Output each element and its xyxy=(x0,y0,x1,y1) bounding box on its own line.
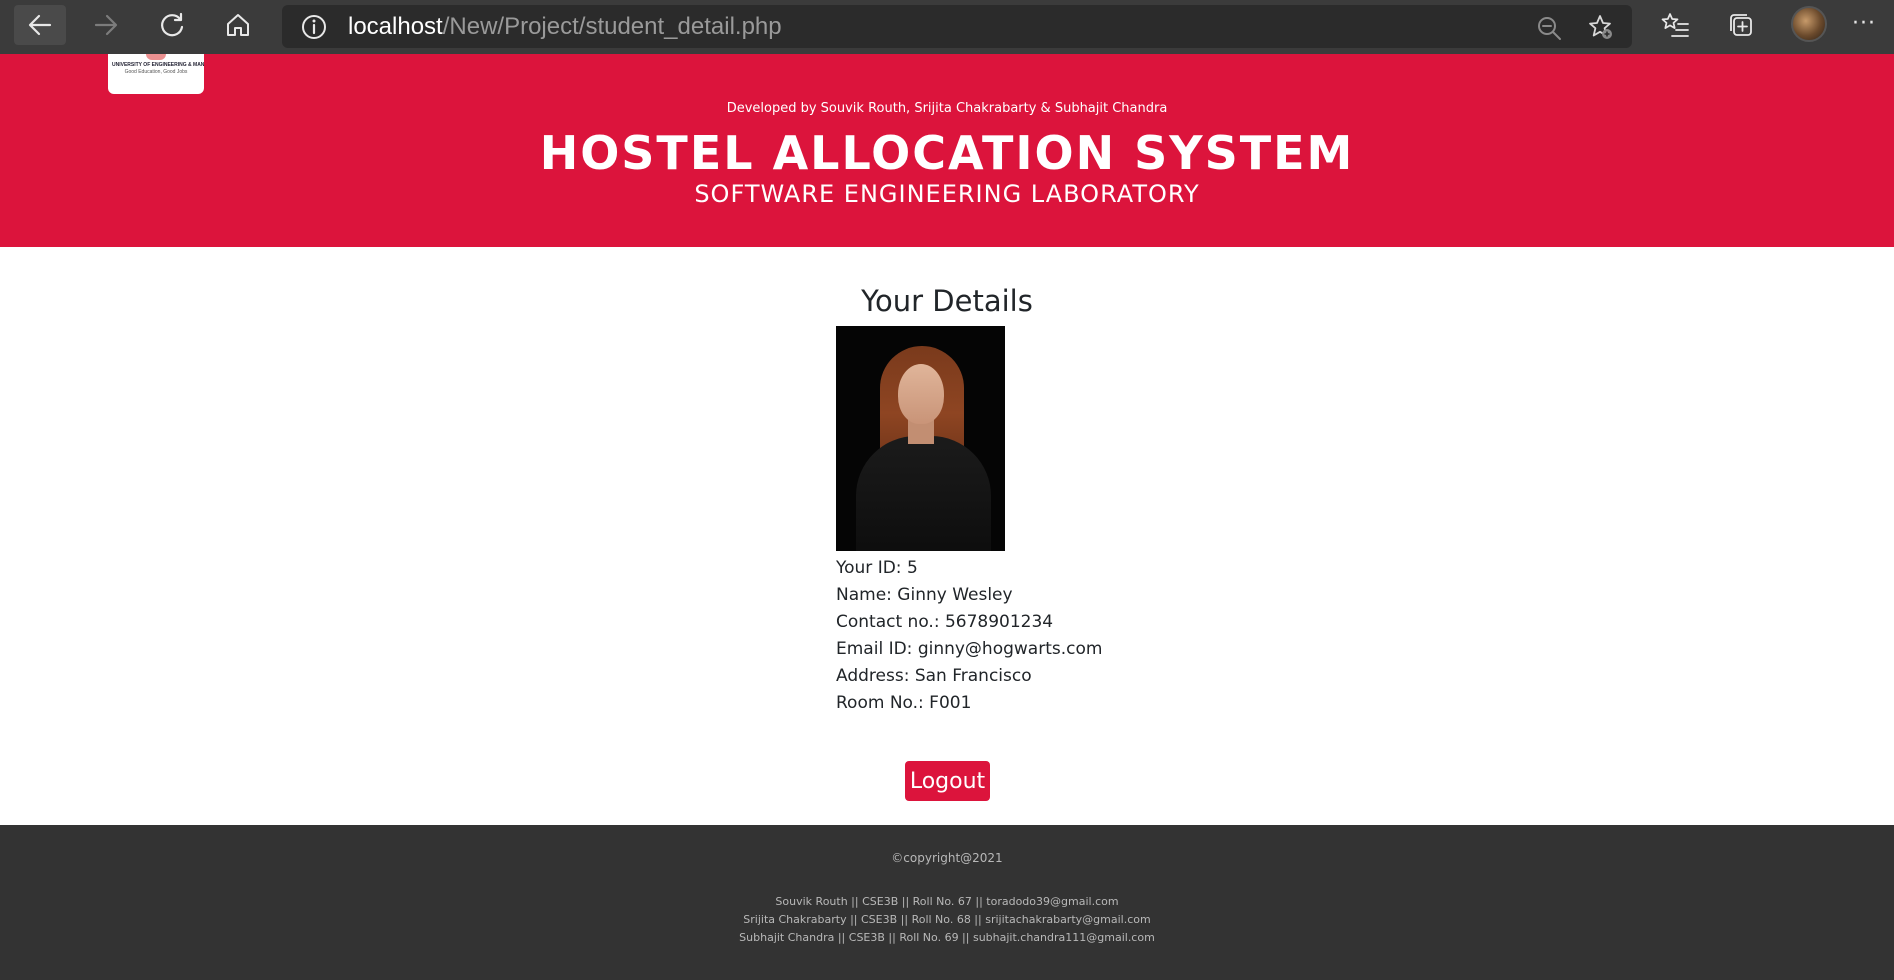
more-icon[interactable]: ··· xyxy=(1852,13,1882,35)
university-logo[interactable]: UNIVERSITY OF ENGINEERING & MANAGEMENT G… xyxy=(108,54,204,94)
site-subtitle: SOFTWARE ENGINEERING LABORATORY xyxy=(694,180,1200,208)
profile-avatar[interactable] xyxy=(1791,6,1827,42)
student-photo xyxy=(836,326,1005,551)
student-details: Your ID: 5 Name: Ginny Wesley Contact no… xyxy=(836,555,1102,717)
photo-robe xyxy=(856,436,991,551)
credit-line: Souvik Routh || CSE3B || Roll No. 67 || … xyxy=(775,895,1119,908)
url-text[interactable]: localhost/New/Project/student_detail.php xyxy=(348,13,782,41)
detail-label: Contact no.: xyxy=(836,612,940,632)
refresh-icon xyxy=(161,12,184,37)
arrow-right-icon xyxy=(94,14,118,36)
collections-icon[interactable] xyxy=(1726,10,1756,40)
address-bar[interactable]: localhost/New/Project/student_detail.php xyxy=(282,5,1632,48)
logo-tagline: Good Education, Good Jobs xyxy=(124,69,188,75)
developer-credit: Developed by Souvik Routh, Srijita Chakr… xyxy=(726,101,1168,116)
favorites-list-icon[interactable] xyxy=(1660,10,1690,40)
detail-label: Your ID: xyxy=(836,558,902,578)
logout-button[interactable]: Logout xyxy=(905,761,990,801)
site-header: UNIVERSITY OF ENGINEERING & MANAGEMENT G… xyxy=(0,54,1894,247)
home-button[interactable] xyxy=(212,5,264,45)
detail-value: 5678901234 xyxy=(944,612,1054,632)
back-button[interactable] xyxy=(14,5,66,45)
star-plus-icon[interactable] xyxy=(1586,13,1614,41)
credit-line: Subhajit Chandra || CSE3B || Roll No. 69… xyxy=(739,931,1155,944)
detail-label: Room No.: xyxy=(836,693,924,713)
detail-value: ginny@hogwarts.com xyxy=(917,639,1103,659)
detail-value: Ginny Wesley xyxy=(897,585,1013,605)
url-path: /New/Project/student_detail.php xyxy=(442,13,782,40)
detail-label: Email ID: xyxy=(836,639,913,659)
credit-line: Srijita Chakrabarty || CSE3B || Roll No.… xyxy=(743,913,1151,926)
detail-value: F001 xyxy=(929,693,972,713)
photo-face xyxy=(898,364,944,424)
copyright: ©copyright@2021 xyxy=(891,851,1003,865)
site-title: HOSTEL ALLOCATION SYSTEM xyxy=(539,126,1355,180)
browser-toolbar: localhost/New/Project/student_detail.php… xyxy=(0,0,1894,54)
detail-label: Name: xyxy=(836,585,892,605)
arrow-left-icon xyxy=(28,14,52,36)
site-footer: ©copyright@2021 Souvik Routh || CSE3B ||… xyxy=(0,825,1894,980)
logo-text: UNIVERSITY OF ENGINEERING & MANAGEMENT xyxy=(112,62,204,68)
detail-address: Address: San Francisco xyxy=(836,663,1102,690)
team-credits: Souvik Routh || CSE3B || Roll No. 67 || … xyxy=(0,893,1894,947)
detail-value: San Francisco xyxy=(914,666,1032,686)
detail-label: Address: xyxy=(836,666,910,686)
url-host: localhost xyxy=(348,13,443,40)
zoom-out-icon[interactable] xyxy=(1536,15,1562,41)
detail-room: Room No.: F001 xyxy=(836,690,1102,717)
detail-name: Name: Ginny Wesley xyxy=(836,582,1102,609)
forward-button[interactable] xyxy=(80,5,132,45)
refresh-button[interactable] xyxy=(146,5,198,45)
info-icon[interactable] xyxy=(300,13,328,41)
detail-id: Your ID: 5 xyxy=(836,555,1102,582)
logo-emblem xyxy=(146,54,166,60)
home-icon xyxy=(227,14,249,36)
detail-value: 5 xyxy=(906,558,918,578)
detail-email: Email ID: ginny@hogwarts.com xyxy=(836,636,1102,663)
detail-contact: Contact no.: 5678901234 xyxy=(836,609,1102,636)
page-title: Your Details xyxy=(861,284,1033,318)
